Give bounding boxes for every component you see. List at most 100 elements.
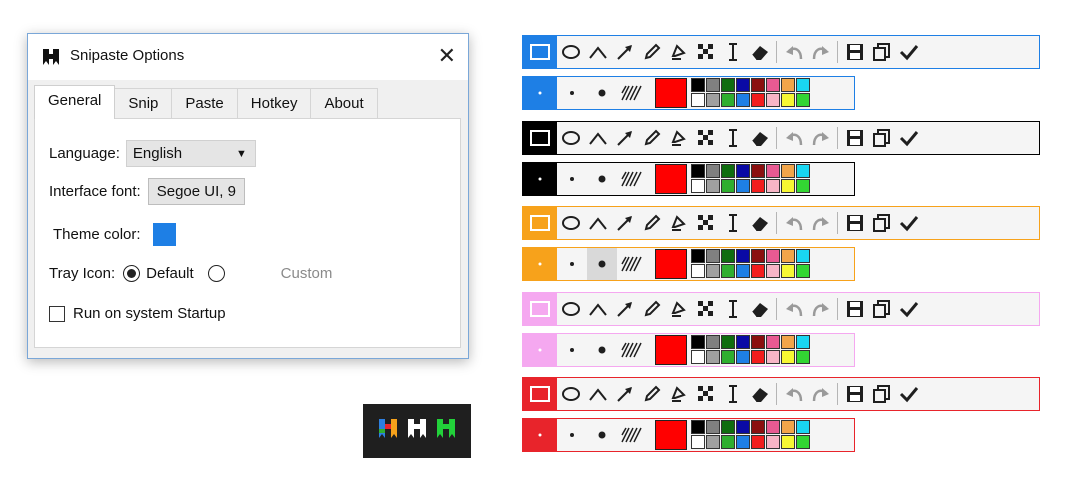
palette-swatch[interactable] (736, 420, 750, 434)
palette-swatch[interactable] (796, 335, 810, 349)
palette-swatch[interactable] (781, 179, 795, 193)
palette-swatch[interactable] (796, 435, 810, 449)
arrow-icon[interactable] (611, 378, 638, 410)
palette-swatch[interactable] (706, 350, 720, 364)
redo-icon[interactable] (807, 293, 834, 325)
palette-swatch[interactable] (781, 93, 795, 107)
theme-color-swatch[interactable] (152, 223, 176, 246)
palette-swatch[interactable] (796, 249, 810, 263)
undo-icon[interactable] (780, 378, 807, 410)
pencil-icon[interactable] (638, 207, 665, 239)
palette-swatch[interactable] (721, 264, 735, 278)
palette-swatch[interactable] (721, 78, 735, 92)
redo-icon[interactable] (807, 378, 834, 410)
redo-icon[interactable] (807, 36, 834, 68)
font-button[interactable]: Segoe UI, 9 (147, 178, 245, 205)
eraser-icon[interactable] (746, 207, 773, 239)
palette-swatch[interactable] (766, 179, 780, 193)
palette-swatch[interactable] (721, 93, 735, 107)
palette-swatch[interactable] (691, 78, 705, 92)
ellipse-icon[interactable] (557, 378, 584, 410)
eraser-icon[interactable] (746, 293, 773, 325)
palette-swatch[interactable] (766, 264, 780, 278)
marker-icon[interactable] (665, 207, 692, 239)
mosaic-icon[interactable] (692, 293, 719, 325)
current-color-swatch[interactable] (655, 420, 687, 450)
small-dot-icon[interactable] (557, 77, 587, 109)
palette-swatch[interactable] (781, 350, 795, 364)
arrow-icon[interactable] (611, 36, 638, 68)
rectangle-icon[interactable] (523, 293, 557, 325)
palette-swatch[interactable] (766, 93, 780, 107)
copy-icon[interactable] (868, 122, 895, 154)
palette-swatch[interactable] (691, 179, 705, 193)
tab-snip[interactable]: Snip (114, 88, 173, 119)
palette-swatch[interactable] (781, 264, 795, 278)
polyline-icon[interactable] (584, 378, 611, 410)
arrow-icon[interactable] (611, 207, 638, 239)
palette-swatch[interactable] (751, 78, 765, 92)
palette-swatch[interactable] (766, 435, 780, 449)
palette-swatch[interactable] (796, 420, 810, 434)
palette-swatch[interactable] (766, 420, 780, 434)
large-dot-icon[interactable] (587, 248, 617, 280)
palette-swatch[interactable] (796, 164, 810, 178)
marker-icon[interactable] (665, 36, 692, 68)
palette-swatch[interactable] (796, 350, 810, 364)
current-color-swatch[interactable] (655, 249, 687, 279)
large-dot-icon[interactable] (587, 77, 617, 109)
rectangle-icon[interactable] (523, 36, 557, 68)
hatch-fill-icon[interactable] (617, 419, 647, 451)
tab-general[interactable]: General (34, 85, 116, 119)
mosaic-icon[interactable] (692, 378, 719, 410)
tray-default-radio[interactable] (123, 265, 141, 282)
palette-swatch[interactable] (766, 335, 780, 349)
pencil-icon[interactable] (638, 122, 665, 154)
rectangle-icon[interactable] (523, 207, 557, 239)
current-color-swatch[interactable] (655, 335, 687, 365)
copy-icon[interactable] (868, 293, 895, 325)
palette-swatch[interactable] (796, 264, 810, 278)
polyline-icon[interactable] (584, 122, 611, 154)
marker-icon[interactable] (665, 293, 692, 325)
palette-swatch[interactable] (706, 249, 720, 263)
text-icon[interactable] (719, 378, 746, 410)
redo-icon[interactable] (807, 122, 834, 154)
marker-icon[interactable] (665, 378, 692, 410)
palette-swatch[interactable] (751, 420, 765, 434)
mosaic-icon[interactable] (692, 36, 719, 68)
ellipse-icon[interactable] (557, 293, 584, 325)
palette-swatch[interactable] (736, 164, 750, 178)
palette-swatch[interactable] (706, 93, 720, 107)
text-icon[interactable] (719, 207, 746, 239)
palette-swatch[interactable] (721, 164, 735, 178)
small-dot-icon[interactable] (557, 334, 587, 366)
undo-icon[interactable] (780, 36, 807, 68)
eraser-icon[interactable] (746, 122, 773, 154)
palette-swatch[interactable] (736, 249, 750, 263)
copy-icon[interactable] (868, 207, 895, 239)
copy-icon[interactable] (868, 36, 895, 68)
palette-swatch[interactable] (751, 93, 765, 107)
text-icon[interactable] (719, 293, 746, 325)
palette-swatch[interactable] (736, 435, 750, 449)
text-icon[interactable] (719, 36, 746, 68)
palette-swatch[interactable] (796, 78, 810, 92)
save-icon[interactable] (841, 293, 868, 325)
done-icon[interactable] (895, 207, 922, 239)
palette-swatch[interactable] (706, 164, 720, 178)
palette-swatch[interactable] (706, 335, 720, 349)
palette-swatch[interactable] (691, 249, 705, 263)
undo-icon[interactable] (780, 293, 807, 325)
palette-swatch[interactable] (796, 179, 810, 193)
palette-swatch[interactable] (706, 420, 720, 434)
palette-swatch[interactable] (751, 335, 765, 349)
palette-swatch[interactable] (751, 164, 765, 178)
palette-swatch[interactable] (721, 420, 735, 434)
redo-icon[interactable] (807, 207, 834, 239)
palette-swatch[interactable] (781, 420, 795, 434)
palette-swatch[interactable] (766, 350, 780, 364)
mosaic-icon[interactable] (692, 122, 719, 154)
palette-swatch[interactable] (691, 435, 705, 449)
mosaic-icon[interactable] (692, 207, 719, 239)
